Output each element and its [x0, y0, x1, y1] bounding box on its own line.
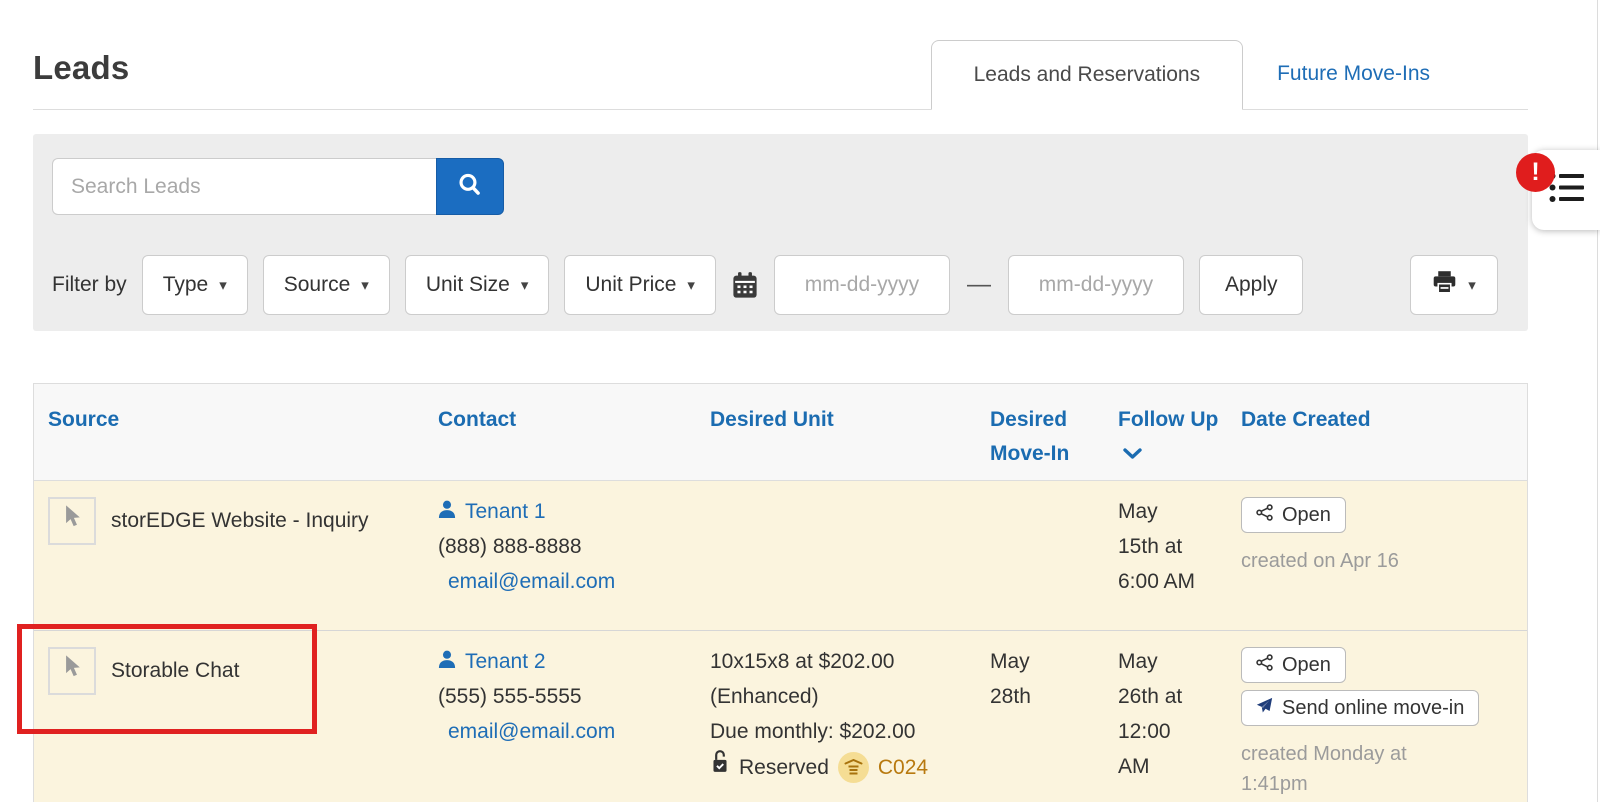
filter-by-label: Filter by	[52, 273, 127, 296]
created-note: created on Apr 16	[1241, 550, 1399, 572]
date-range-separator: —	[966, 271, 991, 298]
tab-future-label: Future Move-Ins	[1277, 62, 1430, 85]
caret-down-icon: ▾	[361, 276, 369, 294]
tenant-phone: (555) 555-5555	[438, 685, 582, 708]
tenant-name-link[interactable]: Tenant 2	[465, 644, 546, 679]
page-scroll-edge	[1597, 0, 1598, 802]
caret-down-icon: ▾	[687, 276, 695, 294]
tab-leads-and-reservations[interactable]: Leads and Reservations	[930, 40, 1244, 110]
magnifier-icon	[457, 172, 483, 201]
cursor-arrow-icon	[60, 653, 84, 690]
tab-bar: Leads and Reservations Future Move-Ins	[930, 39, 1464, 110]
page-title: Leads	[33, 49, 130, 86]
filter-panel: Filter by Type ▾ Source ▾ Unit Size ▾ Un…	[33, 134, 1528, 331]
printer-icon	[1432, 270, 1457, 300]
date-from-input[interactable]	[773, 255, 950, 315]
desired-move-in-cell-empty	[976, 494, 1104, 630]
desired-move-in-date: May 28th	[990, 650, 1031, 708]
task-list-toggle[interactable]: !	[1516, 150, 1600, 230]
person-icon	[438, 494, 456, 529]
unit-size-filter-label: Unit Size	[425, 273, 510, 296]
lead-row-2[interactable]: Storable Chat Tenant 2 (555) 555-5555 em…	[34, 630, 1527, 802]
share-icon	[1256, 503, 1273, 527]
unit-size-filter-dropdown[interactable]: Unit Size ▾	[404, 255, 550, 315]
open-lead-cursor-button[interactable]	[48, 647, 96, 695]
open-lead-cursor-button[interactable]	[48, 497, 96, 545]
open-lead-button[interactable]: Open	[1241, 497, 1346, 533]
tab-future-move-ins[interactable]: Future Move-Ins	[1243, 39, 1464, 109]
send-online-move-in-button[interactable]: Send online move-in	[1241, 690, 1480, 726]
apply-button[interactable]: Apply	[1198, 255, 1304, 315]
apply-label: Apply	[1224, 273, 1278, 296]
open-label: Open	[1282, 653, 1331, 676]
header-contact: Contact	[438, 408, 517, 431]
tenant-name-link[interactable]: Tenant 1	[465, 494, 546, 529]
cursor-arrow-icon	[60, 503, 84, 540]
desired-unit-due: Due monthly: $202.00	[710, 720, 916, 743]
filter-row: Filter by Type ▾ Source ▾ Unit Size ▾ Un…	[52, 255, 1528, 315]
page-header: Leads Leads and Reservations Future Move…	[33, 0, 1528, 110]
search-button[interactable]	[436, 158, 504, 215]
paper-plane-icon	[1256, 697, 1273, 720]
source-filter-label: Source	[283, 273, 351, 296]
desired-unit-description: 10x15x8 at $202.00 (Enhanced)	[710, 650, 895, 708]
person-icon	[438, 644, 456, 679]
header-date-created: Date Created	[1241, 408, 1371, 431]
send-label: Send online move-in	[1282, 696, 1465, 719]
lead-row-1[interactable]: storEDGE Website - Inquiry Tenant 1 (888…	[34, 481, 1527, 630]
chevron-down-icon	[1123, 437, 1142, 471]
caret-down-icon: ▾	[1468, 276, 1476, 294]
alert-badge-text: !	[1531, 158, 1540, 186]
header-desired-unit: Desired Unit	[710, 408, 834, 431]
date-to-input[interactable]	[1007, 255, 1184, 315]
leads-table: Source Contact Desired Unit Desired Move…	[17, 383, 1528, 802]
unit-number-link[interactable]: C024	[878, 750, 928, 785]
alert-badge: !	[1516, 153, 1555, 192]
calendar-icon[interactable]	[731, 271, 759, 300]
type-filter-dropdown[interactable]: Type ▾	[141, 255, 248, 315]
storage-unit-icon	[837, 751, 869, 783]
header-follow-up[interactable]: Follow Up	[1104, 403, 1224, 480]
print-dropdown-button[interactable]: ▾	[1410, 255, 1498, 315]
unit-price-filter-dropdown[interactable]: Unit Price ▾	[564, 255, 716, 315]
lead-source-text: Storable Chat	[111, 659, 240, 682]
header-source: Source	[48, 408, 120, 431]
header-desired-move-in: Desired Move-In	[990, 408, 1070, 465]
search-bar	[52, 158, 504, 215]
follow-up-date: May 26th at 12:00 AM	[1118, 650, 1183, 778]
tab-leads-label: Leads and Reservations	[973, 63, 1201, 86]
created-note: created Monday at 1:41pm	[1241, 743, 1407, 795]
tenant-phone: (888) 888-8888	[438, 535, 582, 558]
share-icon	[1256, 653, 1273, 677]
search-input[interactable]	[52, 158, 436, 215]
lock-check-icon	[710, 749, 730, 785]
open-lead-button[interactable]: Open	[1241, 647, 1346, 683]
follow-up-label: Follow Up	[1118, 408, 1219, 431]
tenant-email-link[interactable]: email@email.com	[448, 570, 615, 593]
caret-down-icon: ▾	[219, 276, 227, 294]
follow-up-date: May 15th at 6:00 AM	[1118, 500, 1196, 593]
type-filter-label: Type	[162, 273, 209, 296]
source-filter-dropdown[interactable]: Source ▾	[262, 255, 390, 315]
unit-status-text: Reserved	[739, 755, 829, 779]
lead-source-text: storEDGE Website - Inquiry	[111, 509, 369, 532]
open-label: Open	[1282, 503, 1331, 526]
desired-unit-cell-empty	[696, 494, 976, 630]
caret-down-icon: ▾	[520, 276, 529, 294]
tenant-email-link[interactable]: email@email.com	[448, 720, 615, 743]
table-header-row: Source Contact Desired Unit Desired Move…	[34, 384, 1527, 481]
unit-price-filter-label: Unit Price	[585, 273, 677, 296]
